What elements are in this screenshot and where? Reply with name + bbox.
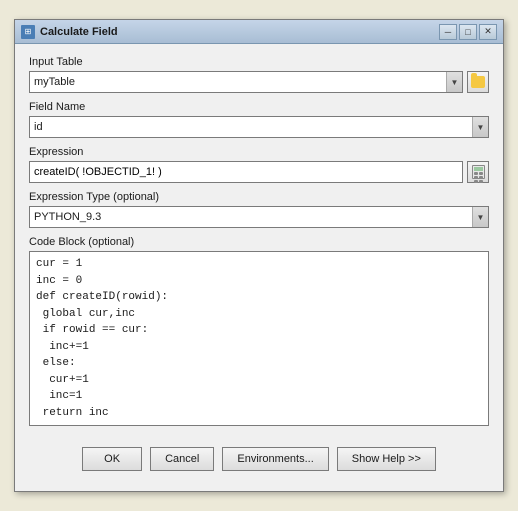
expression-group: Expression xyxy=(29,146,489,183)
code-block-group: Code Block (optional) xyxy=(29,236,489,429)
title-bar-controls: ─ □ ✕ xyxy=(439,24,497,40)
maximize-button[interactable]: □ xyxy=(459,24,477,40)
minimize-button[interactable]: ─ xyxy=(439,24,457,40)
expression-type-dropdown-arrow[interactable]: ▼ xyxy=(472,207,488,227)
ok-button[interactable]: OK xyxy=(82,447,142,471)
field-name-label: Field Name xyxy=(29,101,489,113)
dialog-content: Input Table myTable ▼ Field Name id ▼ xyxy=(15,44,503,491)
expression-calculator-button[interactable] xyxy=(467,161,489,183)
code-block-label: Code Block (optional) xyxy=(29,236,489,248)
input-table-value: myTable xyxy=(30,76,462,88)
field-name-select-wrapper[interactable]: id ▼ xyxy=(29,116,489,138)
code-block-input[interactable] xyxy=(29,251,489,426)
field-name-dropdown-arrow[interactable]: ▼ xyxy=(472,117,488,137)
expression-label: Expression xyxy=(29,146,489,158)
expression-row xyxy=(29,161,489,183)
expression-type-select-wrapper[interactable]: PYTHON_9.3 ▼ xyxy=(29,206,489,228)
expression-type-label: Expression Type (optional) xyxy=(29,191,489,203)
input-table-browse-button[interactable] xyxy=(467,71,489,93)
calculator-icon xyxy=(472,165,485,179)
field-name-group: Field Name id ▼ xyxy=(29,101,489,138)
calculate-field-dialog: ⊞ Calculate Field ─ □ ✕ Input Table myTa… xyxy=(14,19,504,492)
close-button[interactable]: ✕ xyxy=(479,24,497,40)
expression-input[interactable] xyxy=(29,161,463,183)
button-row: OK Cancel Environments... Show Help >> xyxy=(29,437,489,479)
input-table-row: myTable ▼ xyxy=(29,71,489,93)
input-table-group: Input Table myTable ▼ xyxy=(29,56,489,93)
expression-type-value: PYTHON_9.3 xyxy=(30,211,488,223)
environments-button[interactable]: Environments... xyxy=(222,447,328,471)
show-help-button[interactable]: Show Help >> xyxy=(337,447,436,471)
window-icon: ⊞ xyxy=(21,25,35,39)
input-table-select-wrapper[interactable]: myTable ▼ xyxy=(29,71,463,93)
title-bar: ⊞ Calculate Field ─ □ ✕ xyxy=(15,20,503,44)
window-title: Calculate Field xyxy=(40,26,439,38)
cancel-button[interactable]: Cancel xyxy=(150,447,214,471)
expression-type-group: Expression Type (optional) PYTHON_9.3 ▼ xyxy=(29,191,489,228)
input-table-label: Input Table xyxy=(29,56,489,68)
field-name-row: id ▼ xyxy=(29,116,489,138)
input-table-dropdown-arrow[interactable]: ▼ xyxy=(446,72,462,92)
folder-icon xyxy=(471,76,485,88)
expression-type-row: PYTHON_9.3 ▼ xyxy=(29,206,489,228)
field-name-value: id xyxy=(30,121,488,133)
